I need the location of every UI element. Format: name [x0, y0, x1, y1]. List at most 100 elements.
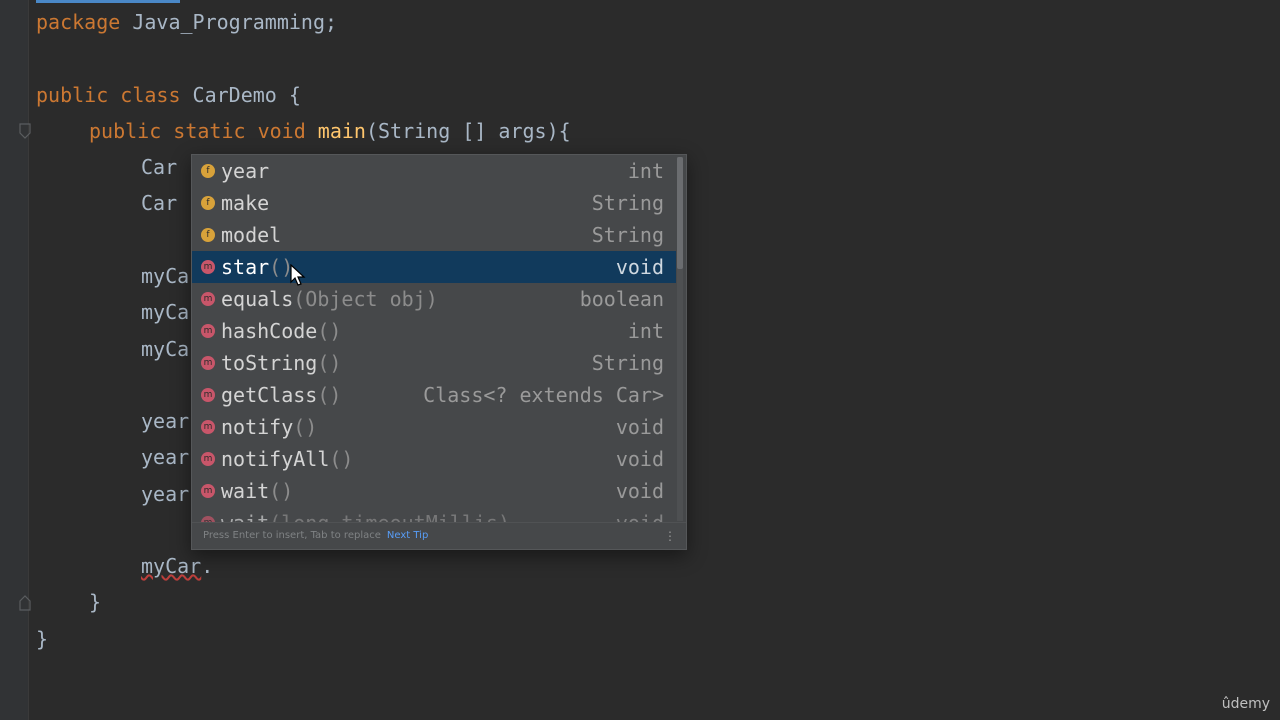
method-icon: m [201, 260, 215, 274]
completion-item-name: toString() [221, 347, 341, 379]
completion-item-name: wait() [221, 475, 293, 507]
member-name: notify [221, 415, 294, 439]
code-line: myCa [141, 300, 190, 324]
method-icon: m [201, 388, 215, 402]
field-icon: f [201, 228, 215, 242]
member-name: star [221, 255, 270, 279]
member-params: (Object obj) [293, 287, 438, 311]
member-params: () [317, 351, 342, 375]
member-name: wait [221, 479, 270, 503]
completion-item-type: void [615, 479, 664, 503]
completion-item-name: equals(Object obj) [221, 283, 438, 315]
code-line: myCa [141, 264, 190, 288]
completion-item-name: wait(long timeoutMillis) [221, 507, 510, 523]
keyword: public [36, 83, 109, 107]
mouse-pointer-icon [290, 263, 306, 288]
package-line: package Java_Programming; [36, 4, 337, 40]
completion-item-type: int [627, 159, 664, 183]
member-access-dot: . [201, 554, 214, 578]
completion-item-type: void [615, 415, 664, 439]
completion-hint: Press Enter to insert, Tab to replace Nex… [203, 523, 428, 549]
completion-item-name: model [221, 219, 281, 251]
member-params: () [293, 415, 318, 439]
completion-scrollbar-thumb[interactable] [677, 157, 683, 269]
field-icon: f [201, 196, 215, 210]
method-icon: m [201, 420, 215, 434]
completion-item-name: make [221, 187, 269, 219]
completion-item-make[interactable]: f make String [192, 187, 676, 219]
completion-item-star[interactable]: m star() void [192, 251, 676, 283]
completion-item-name: getClass() [221, 379, 341, 411]
completion-item-type: boolean [579, 287, 664, 311]
closing-brace: } [89, 590, 102, 614]
code-line: Car [141, 191, 178, 215]
package-name: Java_Programming; [120, 10, 338, 34]
method-params: (String [] args){ [365, 119, 571, 143]
completion-item-type: void [615, 511, 664, 523]
code-line: Car [141, 155, 178, 179]
keyword: void [245, 119, 318, 143]
keyword: static [161, 119, 246, 143]
code-completion-popup[interactable]: f year int f make String f model String m star() vo… [191, 154, 687, 550]
completion-item-equals[interactable]: m equals(Object obj) boolean [192, 283, 676, 315]
completion-item-hashCode[interactable]: m hashCode() int [192, 315, 676, 347]
member-name: model [221, 223, 282, 247]
completion-footer: Press Enter to insert, Tab to replace Nex… [192, 522, 686, 549]
main-method-line: public static void main(String [] args){ [89, 113, 571, 149]
member-params: () [317, 319, 342, 343]
current-edit-line[interactable]: myCar. [141, 548, 213, 584]
completion-item-type: String [591, 191, 664, 215]
completion-item-name: hashCode() [221, 315, 341, 347]
completion-hint-text: Press Enter to insert, Tab to replace [203, 530, 381, 541]
completion-item-wait[interactable]: m wait(long timeoutMillis) void [192, 507, 676, 523]
completion-item-name: year [221, 155, 269, 187]
fold-marker-icon[interactable] [18, 123, 34, 139]
class-name: CarDemo { [192, 83, 301, 107]
completion-item-toString[interactable]: m toString() String [192, 347, 676, 379]
member-name: toString [221, 351, 318, 375]
variable-reference: myCar [141, 554, 202, 578]
completion-item-notify[interactable]: m notify() void [192, 411, 676, 443]
completion-item-wait[interactable]: m wait() void [192, 475, 676, 507]
keyword: public [89, 119, 162, 143]
code-editor[interactable]: package Java_Programming; public class C… [36, 0, 571, 651]
udemy-logo: ûdemy [1221, 696, 1270, 712]
member-params: () [269, 479, 294, 503]
completion-item-name: notifyAll() [221, 443, 353, 475]
completion-item-model[interactable]: f model String [192, 219, 676, 251]
member-name: year [221, 159, 270, 183]
method-name: main [317, 119, 366, 143]
completion-item-type: void [615, 447, 664, 471]
fold-marker-icon[interactable] [18, 595, 34, 611]
completion-list[interactable]: f year int f make String f model String m star() vo… [192, 155, 676, 523]
completion-item-year[interactable]: f year int [192, 155, 676, 187]
completion-item-type: String [591, 351, 664, 375]
completion-item-notifyAll[interactable]: m notifyAll() void [192, 443, 676, 475]
method-icon: m [201, 324, 215, 338]
next-tip-link[interactable]: Next Tip [387, 530, 428, 541]
keyword: class [108, 83, 193, 107]
completion-item-type: void [615, 255, 664, 279]
method-icon: m [201, 356, 215, 370]
method-icon: m [201, 484, 215, 498]
member-name: notifyAll [221, 447, 330, 471]
completion-item-name: notify() [221, 411, 317, 443]
completion-item-getClass[interactable]: m getClass() Class<? extends Car> [192, 379, 676, 411]
member-name: make [221, 191, 270, 215]
code-line: year [141, 482, 190, 506]
member-params: () [317, 383, 342, 407]
editor-gutter [0, 0, 29, 720]
field-icon: f [201, 164, 215, 178]
member-name: getClass [221, 383, 318, 407]
completion-item-type: String [591, 223, 664, 247]
code-line: myCa [141, 337, 190, 361]
completion-item-name: star() [221, 251, 293, 283]
keyword: package [36, 10, 121, 34]
member-name: hashCode [221, 319, 318, 343]
code-line: year [141, 409, 190, 433]
method-icon: m [201, 452, 215, 466]
more-options-icon[interactable]: ⋮ [664, 523, 676, 549]
completion-item-type: Class<? extends Car> [423, 383, 664, 407]
closing-brace: } [36, 627, 49, 651]
member-params: () [329, 447, 354, 471]
